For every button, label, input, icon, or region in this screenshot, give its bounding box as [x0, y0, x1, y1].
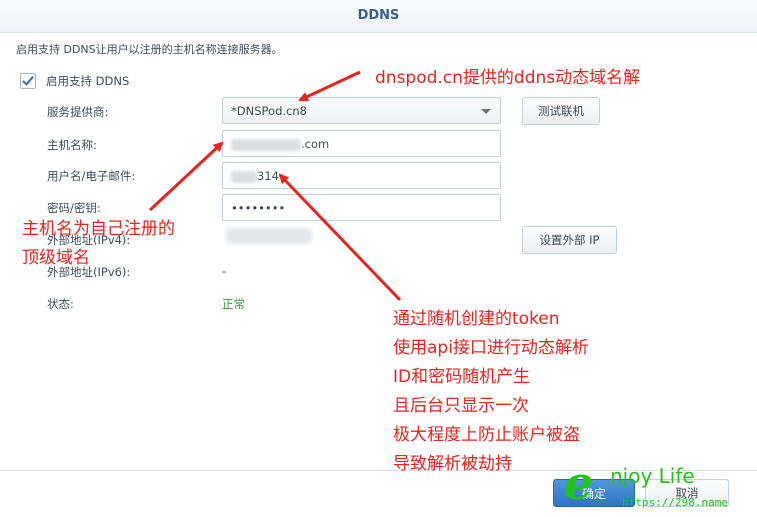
hostname-label: 主机名称: — [47, 138, 97, 152]
dialog-titlebar: DDNS — [0, 0, 757, 33]
test-connection-button[interactable]: 测试联机 — [522, 97, 600, 125]
enable-ddns-row[interactable]: 启用支持 DDNS — [20, 72, 129, 90]
watermark-letter: e — [564, 456, 594, 510]
password-input[interactable]: •••••••• — [222, 194, 501, 221]
hostname-annotation-line1: 主机名为自己注册的 — [22, 219, 175, 239]
hostname-arrow — [148, 141, 224, 212]
redacted-ipv4 — [226, 228, 312, 244]
provider-value: *DNSPod.cn8 — [231, 104, 307, 118]
redacted-username — [231, 170, 257, 183]
check-icon — [22, 73, 34, 86]
watermark: e njoy Life https://298.name — [560, 456, 750, 514]
watermark-text: njoy Life — [610, 464, 695, 488]
ipv6-value: - — [222, 264, 227, 278]
provider-annotation: dnspod.cn提供的ddns动态域名解 — [375, 68, 641, 88]
token-note-line: 极大程度上防止账户被盗 — [393, 425, 580, 445]
username-input[interactable]: 314 — [222, 162, 501, 189]
enable-ddns-label: 启用支持 DDNS — [46, 74, 130, 88]
status-value: 正常 — [222, 297, 245, 311]
dialog-description: 启用支持 DDNS让用户以注册的主机名称连接服务器。 — [16, 43, 283, 56]
status-label: 状态: — [47, 297, 74, 311]
token-note-line: 通过随机创建的token — [393, 309, 560, 329]
enable-ddns-checkbox[interactable] — [20, 73, 36, 89]
hostname-annotation-line2: 顶级域名 — [22, 248, 90, 268]
token-note-line: 使用api接口进行动态解析 — [393, 338, 589, 358]
provider-arrow — [298, 70, 361, 102]
provider-label: 服务提供商: — [47, 105, 109, 119]
provider-select[interactable]: *DNSPod.cn8 — [222, 97, 501, 124]
hostname-input[interactable]: .com — [222, 130, 501, 157]
dialog-title: DDNS — [357, 8, 400, 23]
redacted-hostname — [231, 138, 301, 151]
chevron-down-icon — [481, 109, 491, 114]
username-suffix: 314 — [257, 169, 279, 183]
watermark-url: https://298.name — [622, 496, 728, 509]
hostname-suffix: .com — [301, 137, 330, 151]
token-annotation: 通过随机创建的token 使用api接口进行动态解析 ID和密码随机产生 且后台… — [393, 305, 589, 479]
password-value: •••••••• — [231, 201, 286, 215]
token-note-line: 且后台只显示一次 — [393, 396, 529, 416]
set-external-ip-button[interactable]: 设置外部 IP — [522, 226, 617, 254]
username-label: 用户名/电子邮件: — [47, 169, 136, 183]
token-note-line: ID和密码随机产生 — [393, 367, 531, 387]
